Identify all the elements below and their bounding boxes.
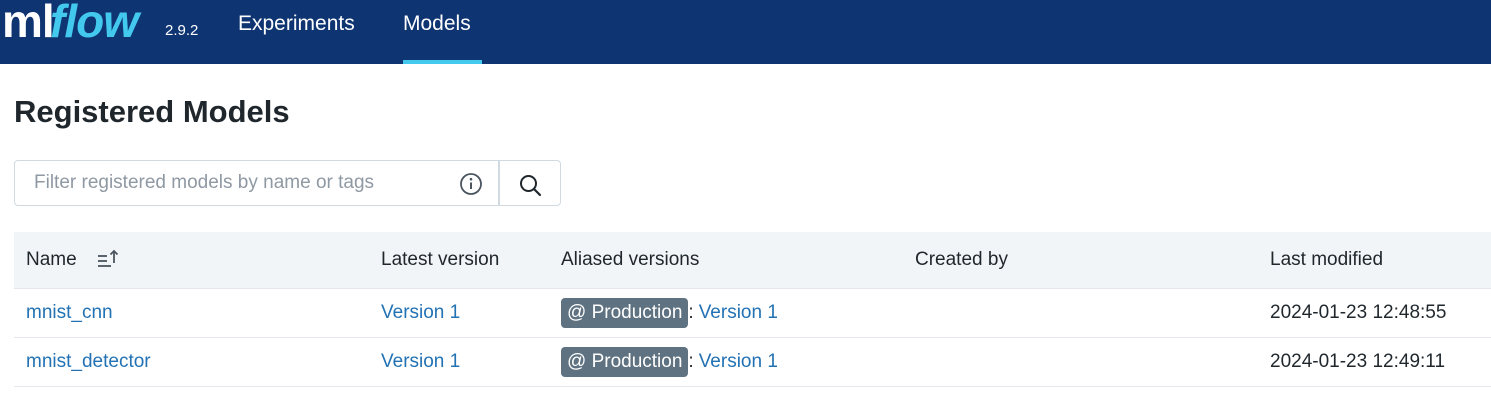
mlflow-logo[interactable]: ml flow bbox=[0, 0, 160, 64]
nav-experiments[interactable]: Experiments bbox=[238, 12, 355, 64]
top-nav-bar: ml flow 2.9.2 Experiments Models bbox=[0, 0, 1491, 64]
alias-version-link[interactable]: Version 1 bbox=[699, 351, 778, 373]
last-modified-value: 2024-01-23 12:48:55 bbox=[1270, 302, 1447, 323]
nav-models[interactable]: Models bbox=[403, 12, 482, 64]
search-input[interactable] bbox=[16, 162, 464, 204]
model-name-link[interactable]: mnist_detector bbox=[26, 351, 151, 373]
page-title: Registered Models bbox=[14, 94, 290, 129]
logo-flow-text: flow bbox=[50, 0, 139, 47]
model-name-link[interactable]: mnist_cnn bbox=[26, 302, 113, 324]
column-header-name-label: Name bbox=[26, 249, 77, 270]
column-header-last-modified[interactable]: Last modified bbox=[1270, 249, 1383, 271]
table-header: Name Latest version Aliased versions Cre… bbox=[14, 232, 1491, 289]
last-modified-value: 2024-01-23 12:49:11 bbox=[1270, 351, 1446, 372]
alias-tag: @ Production bbox=[561, 298, 689, 328]
alias-separator: : bbox=[688, 351, 694, 372]
version-label: 2.9.2 bbox=[165, 22, 199, 39]
search-field bbox=[14, 160, 499, 206]
info-icon[interactable] bbox=[459, 172, 483, 196]
alias-version-link[interactable]: Version 1 bbox=[699, 302, 778, 324]
table-row: mnist_detector Version 1 @ Production : … bbox=[14, 338, 1491, 387]
column-header-aliased-versions: Aliased versions bbox=[561, 249, 700, 270]
registered-models-table: Name Latest version Aliased versions Cre… bbox=[14, 232, 1491, 387]
logo-ml-text: ml bbox=[2, 0, 55, 47]
column-header-latest-version: Latest version bbox=[381, 249, 500, 270]
latest-version-link[interactable]: Version 1 bbox=[381, 302, 460, 324]
aliased-versions-cell: @ Production : Version 1 bbox=[561, 347, 778, 377]
aliased-versions-cell: @ Production : Version 1 bbox=[561, 298, 778, 328]
sort-ascending-icon[interactable] bbox=[96, 247, 120, 277]
column-header-created-by: Created by bbox=[915, 249, 1008, 270]
latest-version-link[interactable]: Version 1 bbox=[381, 351, 460, 373]
table-row: mnist_cnn Version 1 @ Production : Versi… bbox=[14, 289, 1491, 338]
column-header-name[interactable]: Name bbox=[26, 249, 119, 271]
alias-tag: @ Production bbox=[561, 347, 689, 377]
alias-separator: : bbox=[688, 302, 694, 323]
search-button[interactable] bbox=[499, 160, 561, 206]
